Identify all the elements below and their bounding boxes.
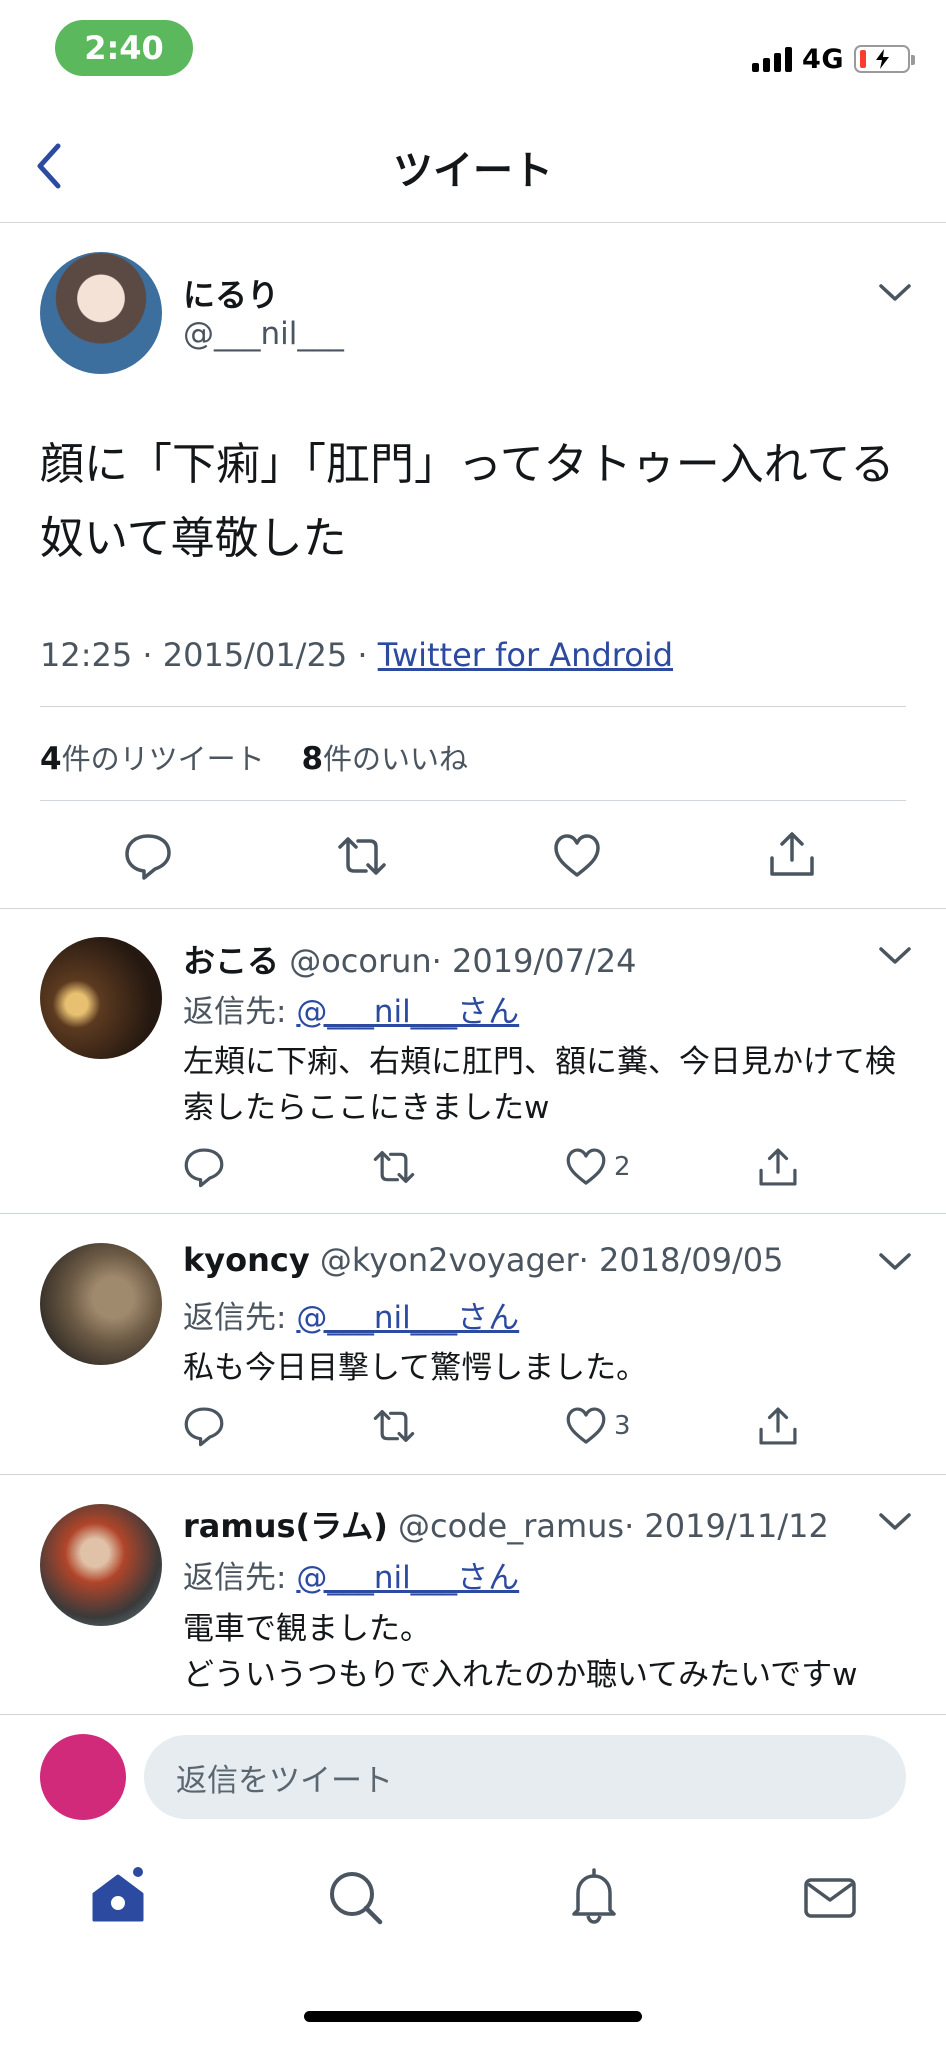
reply-avatar[interactable] — [40, 937, 162, 1059]
reply-to: 返信先: @___nil___さん — [183, 994, 520, 1030]
reply-text: 左頬に下痢、右頬に肛門、額に糞、今日見かけて検索したらここにきましたw — [183, 1044, 896, 1126]
messages-icon[interactable] — [800, 1868, 860, 1928]
reply-to-link[interactable]: @___nil___さん — [296, 1300, 519, 1336]
like-icon[interactable] — [564, 1145, 608, 1189]
reply-avatar[interactable] — [40, 1504, 162, 1626]
chevron-down-icon[interactable] — [878, 1251, 912, 1273]
tweet-timestamp: 12:25 · 2015/01/25 · — [40, 636, 378, 674]
reply-to-link[interactable]: @___nil___さん — [296, 994, 519, 1030]
like-icon[interactable] — [564, 1404, 608, 1448]
reply-author-handle[interactable]: @code_ramus — [398, 1507, 624, 1545]
tweet-author-name[interactable]: にるり — [183, 270, 279, 316]
home-indicator — [304, 2011, 642, 2022]
like-icon[interactable] — [551, 830, 603, 882]
reply-author-name[interactable]: おこる — [183, 942, 279, 980]
reply-author-handle[interactable]: @kyon2voyager — [320, 1241, 579, 1279]
retweet-icon[interactable] — [336, 830, 388, 882]
tweet-source-link[interactable]: Twitter for Android — [378, 636, 673, 674]
tweet-stats: 4件のリツイート 8件のいいね — [40, 736, 468, 778]
reply-author-name[interactable]: ramus(ラム) — [183, 1507, 388, 1545]
retweet-icon[interactable] — [372, 1404, 416, 1448]
tweet-divider — [0, 908, 946, 909]
like-count: 2 — [614, 1152, 631, 1182]
chevron-down-icon[interactable] — [878, 282, 912, 304]
share-icon[interactable] — [756, 1145, 800, 1189]
like-count: 3 — [614, 1411, 631, 1441]
header-divider — [0, 222, 946, 223]
current-user-avatar — [40, 1734, 126, 1820]
reply-author-handle[interactable]: @ocorun — [289, 942, 431, 980]
reply-date: · 2019/07/24 — [431, 942, 637, 980]
reply-avatar[interactable] — [40, 1243, 162, 1365]
reply-date: · 2019/11/12 — [624, 1507, 829, 1545]
reply-header: kyoncy @kyon2voyager· 2018/09/05 — [183, 1241, 783, 1279]
reply-header: ramus(ラム) @code_ramus· 2019/11/12 — [183, 1501, 829, 1547]
notifications-icon[interactable] — [564, 1866, 624, 1926]
retweet-icon[interactable] — [372, 1145, 416, 1189]
reply-header: おこる @ocorun· 2019/07/24 — [183, 936, 636, 982]
signal-icon — [752, 46, 793, 72]
reply-to: 返信先: @___nil___さん — [183, 1300, 520, 1336]
reply-to-link[interactable]: @___nil___さん — [296, 1560, 519, 1596]
meta-divider — [40, 706, 906, 707]
retweet-stat[interactable]: 4件のリツイート — [40, 741, 265, 777]
tweet-text: 顔に「下痢」「肛門」ってタトゥー入れてる奴いて尊敬した — [40, 439, 895, 564]
battery-icon — [854, 45, 915, 73]
home-icon[interactable] — [88, 1866, 148, 1926]
chevron-down-icon[interactable] — [878, 945, 912, 967]
reply-divider — [0, 1213, 946, 1214]
page-title: ツイート — [393, 148, 553, 194]
status-indicators: 4G — [752, 42, 915, 76]
status-time: 2:40 — [55, 20, 193, 76]
reply-icon[interactable] — [182, 1404, 226, 1448]
reply-icon[interactable] — [182, 1145, 226, 1189]
reply-icon[interactable] — [122, 830, 174, 882]
reply-author-name[interactable]: kyoncy — [183, 1241, 310, 1279]
reply-to: 返信先: @___nil___さん — [183, 1560, 520, 1596]
tweet-author-avatar[interactable] — [40, 252, 162, 374]
reply-date: · 2018/09/05 — [578, 1241, 784, 1279]
tweet-meta: 12:25 · 2015/01/25 · Twitter for Android — [40, 636, 673, 674]
share-icon[interactable] — [766, 828, 818, 880]
reply-text: 私も今日目撃して驚愕しました。 — [183, 1350, 648, 1386]
tweet-author-handle[interactable]: @___nil___ — [183, 316, 344, 352]
like-stat[interactable]: 8件のいいね — [301, 741, 468, 777]
search-icon[interactable] — [326, 1868, 386, 1928]
stats-divider — [40, 800, 906, 801]
chevron-down-icon[interactable] — [878, 1511, 912, 1533]
reply-text: 電車で観ました。 どういうつもりで入れたのか聴いてみたいですw — [183, 1611, 858, 1693]
composer-divider — [0, 1714, 946, 1715]
reply-composer-input[interactable]: 返信をツイート — [144, 1735, 906, 1819]
network-type: 4G — [802, 43, 844, 75]
share-icon[interactable] — [756, 1404, 800, 1448]
reply-divider — [0, 1474, 946, 1475]
